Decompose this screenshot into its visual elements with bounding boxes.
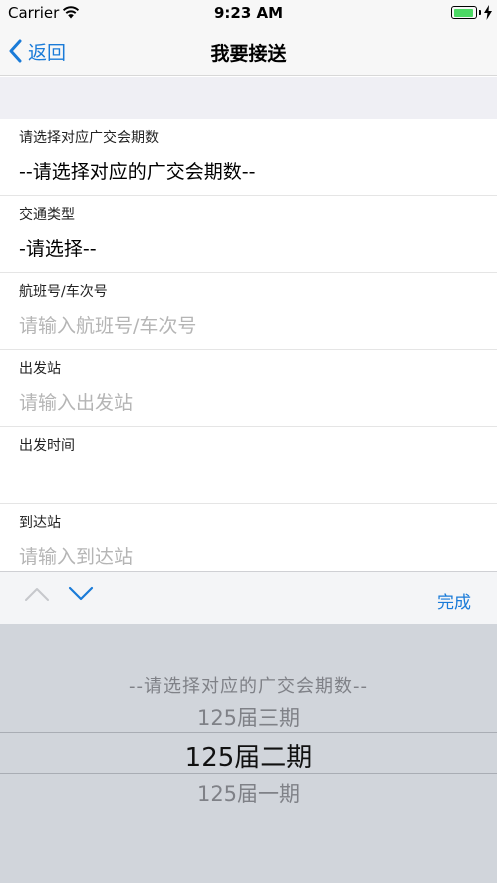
row-fair-session[interactable]: 请选择对应广交会期数 --请选择对应的广交会期数-- [0,119,497,196]
picker-selection-line-top [0,732,497,733]
row-flight-number[interactable]: 航班号/车次号 请输入航班号/车次号 [0,273,497,350]
battery-icon [451,6,477,19]
picker-option[interactable]: 125届三期 [0,702,497,732]
picker-option[interactable]: --请选择对应的广交会期数-- [0,672,497,698]
battery-nub [479,10,481,15]
section-spacer [0,77,497,119]
page-title: 我要接送 [210,43,287,65]
picker-option-selected[interactable]: 125届二期 [0,737,497,774]
picker-option[interactable]: 125届一期 [0,778,497,808]
status-time: 9:23 AM [213,4,284,22]
picker-toolbar: 完成 [0,571,497,624]
navigation-bar: 返回 我要接送 [0,26,497,76]
pickup-form: 请选择对应广交会期数 --请选择对应的广交会期数-- 交通类型 -请选择-- 航… [0,119,497,581]
done-button[interactable]: 完成 [437,588,471,613]
row-transport-type[interactable]: 交通类型 -请选择-- [0,196,497,273]
row-departure-time[interactable]: 出发时间 [0,427,497,504]
row-label: 请选择对应广交会期数 [19,130,159,146]
session-picker-wheel[interactable]: --请选择对应的广交会期数-- 125届三期 125届二期 125届一期 [0,624,497,883]
row-label: 交通类型 [19,207,75,223]
row-label: 航班号/车次号 [19,284,108,300]
charging-bolt-icon [484,5,492,20]
row-departure-station[interactable]: 出发站 请输入出发站 [0,350,497,427]
row-label: 出发站 [19,361,61,377]
transport-type-field[interactable]: -请选择-- [19,234,97,261]
chevron-up-icon[interactable] [24,586,50,602]
flight-number-input[interactable]: 请输入航班号/车次号 [19,311,196,338]
fair-session-field[interactable]: --请选择对应的广交会期数-- [19,157,255,184]
row-label: 到达站 [19,515,61,531]
arrival-station-input[interactable]: 请输入到达站 [19,542,133,569]
row-label: 出发时间 [19,438,75,454]
status-bar: Carrier 9:23 AM [0,0,497,26]
departure-station-input[interactable]: 请输入出发站 [19,388,133,415]
row-arrival-station[interactable]: 到达站 请输入到达站 [0,504,497,581]
picker-selection-line-bottom [0,773,497,774]
chevron-down-icon[interactable] [68,586,94,602]
